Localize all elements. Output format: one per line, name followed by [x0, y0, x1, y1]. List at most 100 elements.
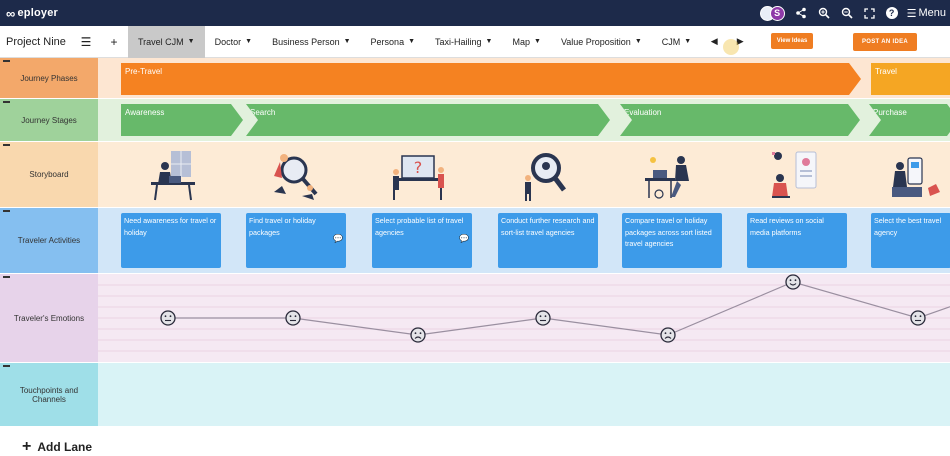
activity-card[interactable]: Compare travel or holiday packages acros…: [622, 213, 722, 268]
activity-card[interactable]: Select probable list of travel agencies 💬: [372, 213, 472, 268]
hamburger-icon[interactable]: ☰: [72, 35, 100, 49]
lane-content[interactable]: [98, 363, 950, 426]
comment-icon[interactable]: 💬: [333, 233, 343, 245]
stage-block[interactable]: Purchase: [869, 104, 950, 136]
collapse-icon[interactable]: [3, 276, 10, 278]
tab-doctor[interactable]: Doctor ▼: [205, 26, 262, 58]
emotion-face-neutral-icon[interactable]: [285, 310, 301, 326]
logo-infinity-icon: ∞: [6, 5, 16, 21]
lane-title: Traveler's Emotions: [13, 313, 85, 323]
storyboard-illustration-select[interactable]: ?: [388, 148, 448, 202]
tab-cjm[interactable]: CJM ▼: [652, 26, 701, 58]
emotion-face-neutral-icon[interactable]: [160, 310, 176, 326]
lane-header[interactable]: Traveler's Emotions: [0, 274, 98, 362]
lane-traveler-emotions: Traveler's Emotions: [0, 274, 950, 363]
lane-title: Storyboard: [29, 170, 69, 179]
collapse-icon[interactable]: [3, 144, 10, 146]
chevron-down-icon: ▼: [534, 38, 541, 45]
phase-block[interactable]: Pre-Travel: [121, 63, 861, 95]
storyboard-illustration-reviews[interactable]: [766, 148, 826, 202]
tab-taxi-hailing[interactable]: Taxi-Hailing ▼: [425, 26, 502, 58]
zoom-in-icon[interactable]: [817, 6, 831, 20]
app-logo[interactable]: ∞ eployer: [6, 6, 58, 21]
stage-block[interactable]: Evaluation: [620, 104, 860, 136]
lane-content: ?: [98, 142, 950, 207]
lane-title: Journey Stages: [21, 115, 77, 125]
activity-card[interactable]: Read reviews on social media platforms: [747, 213, 847, 268]
chevron-down-icon: ▼: [245, 38, 253, 45]
tab-business-person[interactable]: Business Person ▼: [262, 26, 360, 58]
storyboard-illustration-awareness[interactable]: [143, 148, 203, 202]
top-header: ∞ eployer S ? ☰ Menu: [0, 0, 950, 26]
lane-header[interactable]: Storyboard: [0, 142, 98, 207]
avatar[interactable]: S: [769, 5, 785, 21]
emotion-face-neutral-icon[interactable]: [910, 310, 926, 326]
collapse-icon[interactable]: [3, 101, 10, 103]
lane-header[interactable]: Traveler Activities: [0, 208, 98, 273]
stage-block[interactable]: Search: [246, 104, 610, 136]
mouse-cursor-highlight: [723, 39, 739, 55]
lane-title: Touchpoints and Channels: [19, 385, 79, 404]
menu-label: Menu: [918, 7, 946, 19]
lane-touchpoints: Touchpoints and Channels: [0, 363, 950, 427]
zoom-out-icon[interactable]: [840, 6, 854, 20]
collapse-icon[interactable]: [3, 365, 10, 367]
tab-value-proposition[interactable]: Value Proposition ▼: [551, 26, 652, 58]
emotion-face-sad-icon[interactable]: [660, 327, 676, 343]
collaborator-avatars[interactable]: S: [759, 5, 785, 21]
activity-card[interactable]: Need awareness for travel or holiday: [121, 213, 221, 268]
chevron-down-icon: ▼: [408, 38, 416, 45]
emotion-line: [168, 281, 950, 336]
chevron-down-icon: ▼: [634, 38, 642, 45]
activity-text: Select probable list of travel agencies: [375, 216, 464, 237]
lane-header[interactable]: Touchpoints and Channels: [0, 363, 98, 426]
emotion-face-neutral-icon[interactable]: [535, 310, 551, 326]
lane-header[interactable]: Journey Phases: [0, 58, 98, 98]
lane-content: Awareness Search Evaluation Purchase: [98, 99, 950, 141]
lane-header[interactable]: Journey Stages: [0, 99, 98, 141]
plus-icon: +: [22, 438, 32, 455]
collapse-icon[interactable]: [3, 210, 10, 212]
tab-persona[interactable]: Persona ▼: [361, 26, 425, 58]
stage-block[interactable]: Awareness: [121, 104, 243, 136]
lane-journey-stages: Journey Stages Awareness Search Evaluati…: [0, 99, 950, 142]
tab-map[interactable]: Map ▼: [502, 26, 550, 58]
comment-icon[interactable]: 💬: [459, 233, 469, 245]
lane-traveler-activities: Traveler Activities Need awareness for t…: [0, 208, 950, 274]
emotion-face-sad-icon[interactable]: [410, 327, 426, 343]
activity-text: Find travel or holiday packages: [249, 216, 316, 237]
collapse-icon[interactable]: [3, 60, 10, 62]
activity-text: Need awareness for travel or holiday: [124, 216, 217, 237]
help-icon[interactable]: ?: [885, 7, 898, 19]
lane-content: Need awareness for travel or holiday Fin…: [98, 208, 950, 273]
storyboard-illustration-compare[interactable]: [639, 148, 699, 202]
activity-card[interactable]: Find travel or holiday packages 💬: [246, 213, 346, 268]
storyboard-illustration-research[interactable]: [516, 148, 576, 202]
add-tab-icon[interactable]: +: [100, 35, 128, 49]
emotion-face-happy-icon[interactable]: [785, 274, 801, 290]
chevron-down-icon: ▼: [684, 38, 692, 45]
storyboard-illustration-search[interactable]: [266, 148, 326, 202]
lane-journey-phases: Journey Phases Pre-Travel Travel: [0, 58, 950, 99]
activity-text: Conduct further research and sort-list t…: [501, 216, 595, 237]
lane-title: Journey Phases: [20, 73, 78, 83]
tab-travel-cjm[interactable]: Travel CJM ▼: [128, 25, 205, 58]
storyboard-illustration-purchase[interactable]: [888, 148, 948, 202]
phase-block[interactable]: Travel: [871, 63, 950, 95]
view-ideas-button[interactable]: View Ideas: [771, 33, 813, 49]
chevron-down-icon: ▼: [485, 38, 493, 45]
share-icon[interactable]: [794, 6, 808, 20]
project-name[interactable]: Project Nine: [0, 36, 72, 48]
lane-content: Pre-Travel Travel: [98, 58, 950, 98]
lane-content: [98, 274, 950, 362]
add-lane-label: Add Lane: [37, 440, 93, 454]
activity-card[interactable]: Select the best travel agency: [871, 213, 950, 268]
map-toolbar: Project Nine ☰ + Travel CJM ▼ Doctor ▼ Bus…: [0, 25, 950, 58]
activity-card[interactable]: Conduct further research and sort-list t…: [498, 213, 598, 268]
fullscreen-icon[interactable]: [863, 6, 877, 20]
add-lane-button[interactable]: + Add Lane: [22, 438, 93, 455]
post-idea-button[interactable]: POST AN IDEA: [853, 33, 917, 51]
lane-title: Traveler Activities: [17, 236, 81, 245]
menu-button[interactable]: ☰ Menu: [907, 7, 946, 20]
logo-text: eployer: [17, 7, 58, 19]
